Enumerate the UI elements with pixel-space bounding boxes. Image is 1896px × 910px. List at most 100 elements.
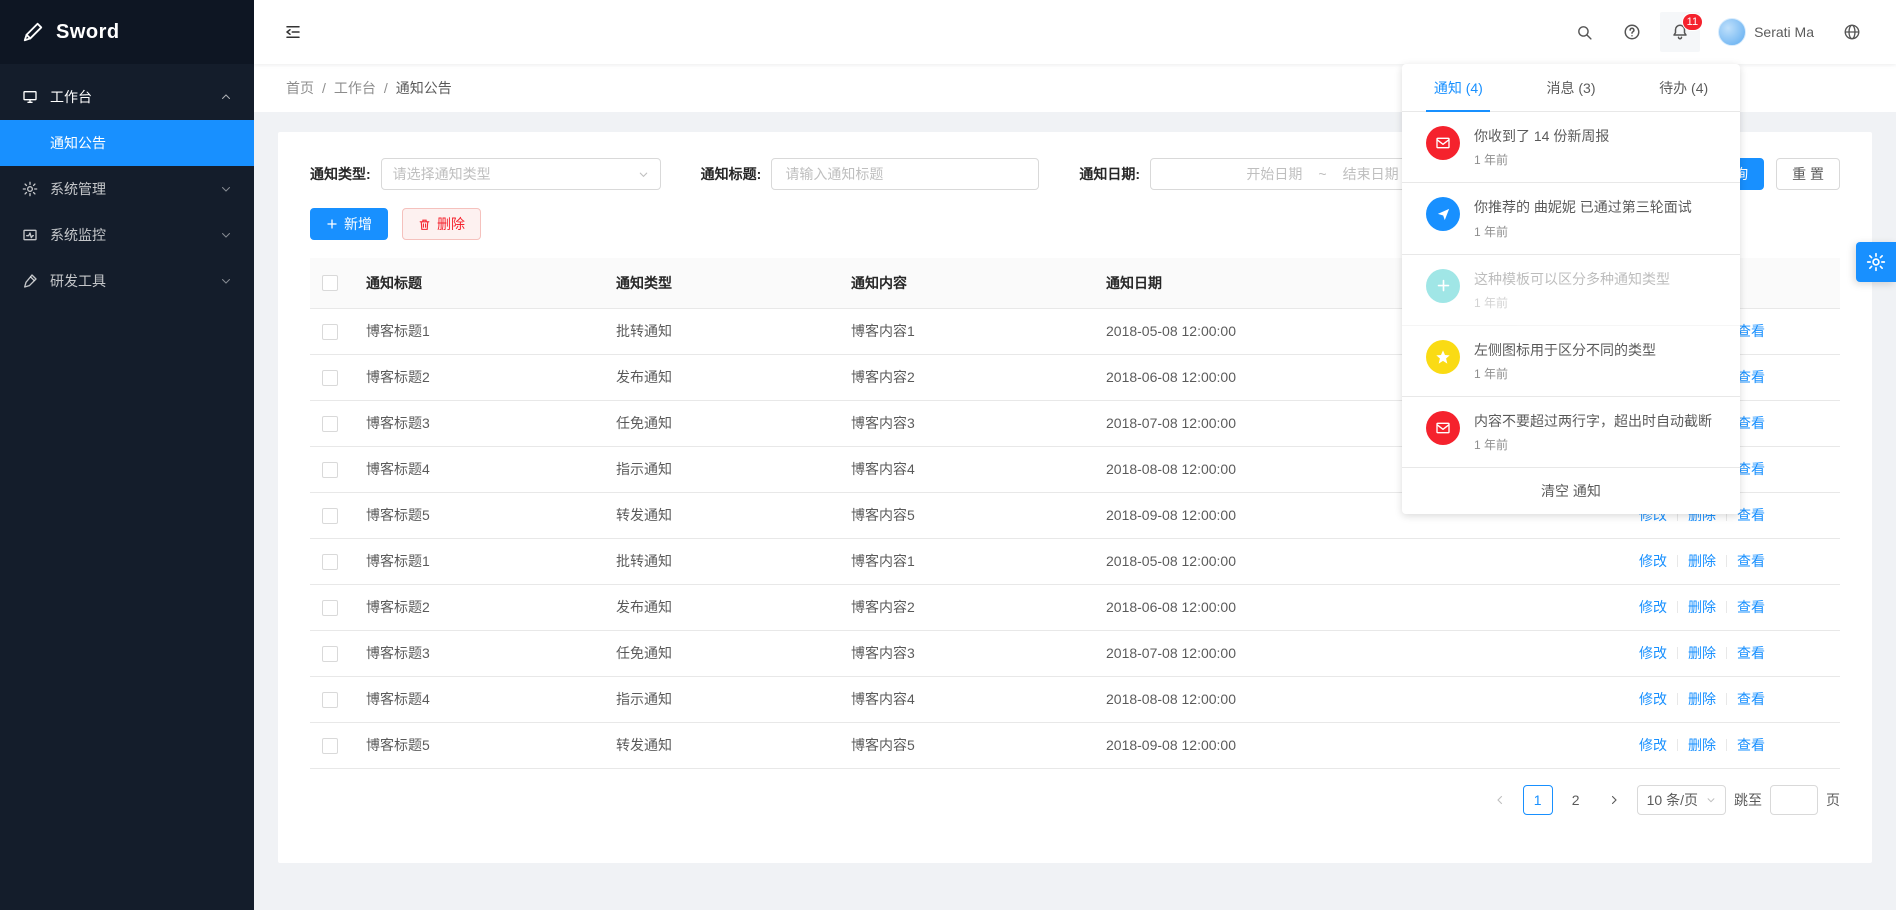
view-link[interactable]: 查看 xyxy=(1716,737,1765,753)
user-name: Serati Ma xyxy=(1754,24,1814,40)
row-checkbox[interactable] xyxy=(322,508,338,524)
tab-messages[interactable]: 消息 (3) xyxy=(1515,64,1628,111)
notification-tabs: 通知 (4) 消息 (3) 待办 (4) xyxy=(1402,64,1740,112)
date-start-placeholder: 开始日期 xyxy=(1246,164,1302,184)
chevron-down-icon xyxy=(220,275,232,287)
row-checkbox[interactable] xyxy=(322,324,338,340)
breadcrumb-home[interactable]: 首页 xyxy=(286,78,314,98)
delete-link[interactable]: 删除 xyxy=(1667,737,1716,753)
delete-link[interactable]: 删除 xyxy=(1667,599,1716,615)
breadcrumb-separator: / xyxy=(322,80,326,96)
notice-title-input[interactable] xyxy=(783,165,1027,183)
chevron-down-icon xyxy=(220,229,232,241)
tab-todos[interactable]: 待办 (4) xyxy=(1627,64,1740,111)
search-icon[interactable] xyxy=(1564,12,1604,52)
pagination-next[interactable] xyxy=(1599,785,1629,815)
view-link[interactable]: 查看 xyxy=(1716,553,1765,569)
pagination-prev[interactable] xyxy=(1485,785,1515,815)
notice-type-label: 通知类型: xyxy=(310,164,371,184)
notice-type-placeholder: 请选择通知类型 xyxy=(393,164,491,184)
col-content: 通知内容 xyxy=(839,258,1094,308)
row-checkbox[interactable] xyxy=(322,692,338,708)
pagination: 1 2 10 条/页 跳至 页 xyxy=(310,785,1840,815)
help-icon[interactable] xyxy=(1612,12,1652,52)
row-checkbox[interactable] xyxy=(322,738,338,754)
mail-icon xyxy=(1426,126,1460,160)
add-button[interactable]: 新增 xyxy=(310,208,388,240)
notice-title-label: 通知标题: xyxy=(701,164,762,184)
top-header: 11 Serati Ma xyxy=(254,0,1896,64)
page-jump-input[interactable] xyxy=(1770,785,1818,815)
row-checkbox[interactable] xyxy=(322,646,338,662)
monitor-icon xyxy=(22,227,38,243)
view-link[interactable]: 查看 xyxy=(1716,599,1765,615)
trash-icon xyxy=(418,218,431,231)
user-menu[interactable]: Serati Ma xyxy=(1708,12,1824,52)
row-checkbox[interactable] xyxy=(322,600,338,616)
notice-type-select[interactable]: 请选择通知类型 xyxy=(381,158,661,190)
jump-label: 跳至 xyxy=(1734,790,1762,810)
sidebar-item-notice[interactable]: 通知公告 xyxy=(0,120,254,166)
notification-item[interactable]: 你收到了 14 份新周报 1 年前 xyxy=(1402,112,1740,183)
chevron-down-icon xyxy=(638,169,649,180)
delete-link[interactable]: 删除 xyxy=(1667,553,1716,569)
notification-item[interactable]: 左侧图标用于区分不同的类型 1 年前 xyxy=(1402,326,1740,397)
view-link[interactable]: 查看 xyxy=(1716,691,1765,707)
mail-icon xyxy=(1426,411,1460,445)
sidebar-item-system-mgmt[interactable]: 系统管理 xyxy=(0,166,254,212)
edit-link[interactable]: 修改 xyxy=(1639,599,1667,615)
tab-notifications[interactable]: 通知 (4) xyxy=(1402,64,1515,111)
view-link[interactable]: 查看 xyxy=(1716,645,1765,661)
theme-settings-button[interactable] xyxy=(1856,242,1896,282)
plus-icon xyxy=(1426,269,1460,303)
col-title: 通知标题 xyxy=(354,258,604,308)
notification-popover: 通知 (4) 消息 (3) 待办 (4) 你收到了 14 份新周报 1 年前 你… xyxy=(1402,64,1740,514)
sidebar-item-system-monitor[interactable]: 系统监控 xyxy=(0,212,254,258)
sidebar-item-dev-tools[interactable]: 研发工具 xyxy=(0,258,254,304)
row-checkbox[interactable] xyxy=(322,370,338,386)
pagination-page-1[interactable]: 1 xyxy=(1523,785,1553,815)
star-icon xyxy=(1426,340,1460,374)
table-row: 博客标题3 任免通知 博客内容3 2018-07-08 12:00:00 修改删… xyxy=(310,630,1840,676)
notification-item-read[interactable]: 这种模板可以区分多种通知类型 1 年前 xyxy=(1402,255,1740,326)
notification-item[interactable]: 你推荐的 曲妮妮 已通过第三轮面试 1 年前 xyxy=(1402,183,1740,254)
select-all-checkbox[interactable] xyxy=(322,275,338,291)
header-actions: 11 Serati Ma xyxy=(1564,12,1872,52)
gear-icon xyxy=(1866,252,1886,272)
date-end-placeholder: 结束日期 xyxy=(1343,164,1399,184)
app-title: Sword xyxy=(56,21,120,44)
row-checkbox[interactable] xyxy=(322,462,338,478)
col-type: 通知类型 xyxy=(604,258,839,308)
date-range-separator: ~ xyxy=(1318,166,1326,182)
edit-link[interactable]: 修改 xyxy=(1639,645,1667,661)
row-checkbox[interactable] xyxy=(322,554,338,570)
app-logo[interactable]: Sword xyxy=(0,0,254,64)
delete-button[interactable]: 删除 xyxy=(402,208,481,240)
delete-link[interactable]: 删除 xyxy=(1667,645,1716,661)
pagination-page-2[interactable]: 2 xyxy=(1561,785,1591,815)
edit-link[interactable]: 修改 xyxy=(1639,553,1667,569)
edit-link[interactable]: 修改 xyxy=(1639,737,1667,753)
delete-link[interactable]: 删除 xyxy=(1667,691,1716,707)
chevron-down-icon xyxy=(220,183,232,195)
edit-link[interactable]: 修改 xyxy=(1639,691,1667,707)
globe-icon[interactable] xyxy=(1832,12,1872,52)
clear-notifications-button[interactable]: 清空 通知 xyxy=(1402,468,1740,514)
chevron-down-icon xyxy=(1706,795,1716,805)
table-row: 博客标题1 批转通知 博客内容1 2018-05-08 12:00:00 修改删… xyxy=(310,538,1840,584)
breadcrumb-separator: / xyxy=(384,80,388,96)
bell-icon[interactable]: 11 xyxy=(1660,12,1700,52)
row-checkbox[interactable] xyxy=(322,416,338,432)
notification-item[interactable]: 内容不要超过两行字，超出时自动截断 1 年前 xyxy=(1402,397,1740,468)
notice-date-label: 通知日期: xyxy=(1079,164,1140,184)
sidebar-item-workbench[interactable]: 工作台 xyxy=(0,74,254,120)
reset-button[interactable]: 重 置 xyxy=(1776,158,1840,190)
menu-fold-icon[interactable] xyxy=(276,15,310,49)
tool-icon xyxy=(22,273,38,289)
table-row: 博客标题5 转发通知 博客内容5 2018-09-08 12:00:00 修改删… xyxy=(310,722,1840,768)
breadcrumb-section[interactable]: 工作台 xyxy=(334,78,376,98)
table-row: 博客标题4 指示通知 博客内容4 2018-08-08 12:00:00 修改删… xyxy=(310,676,1840,722)
send-icon xyxy=(1426,197,1460,231)
plus-icon xyxy=(326,218,338,230)
page-size-select[interactable]: 10 条/页 xyxy=(1637,785,1726,815)
